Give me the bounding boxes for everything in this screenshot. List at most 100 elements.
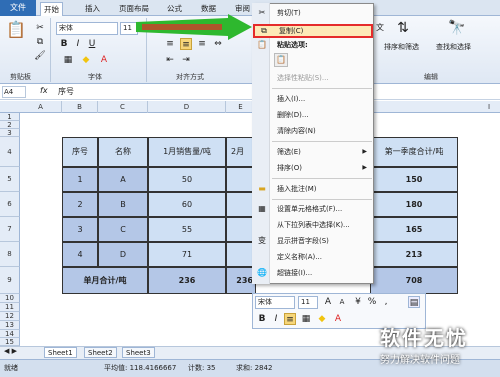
table-cell[interactable]: 165 (370, 217, 458, 242)
menu-item-cut[interactable]: ✂ 剪切(T) (253, 7, 373, 19)
indent-increase-icon[interactable]: ⇥ (180, 54, 192, 66)
bold-icon[interactable]: B (256, 313, 268, 325)
table-header-cell[interactable]: 1月销售量/吨 (148, 137, 226, 167)
find-icon[interactable]: 🔭 (448, 21, 466, 40)
table-header-cell[interactable]: 序号 (62, 137, 98, 167)
table-total-label[interactable]: 单月合计/吨 (62, 267, 148, 294)
tab-insert[interactable]: 插入 (82, 2, 103, 16)
currency-icon[interactable]: ¥ (352, 296, 364, 308)
table-cell[interactable]: A (98, 167, 148, 192)
menu-item-paste-special[interactable]: 选择性粘贴(S)... (253, 72, 373, 84)
table-cell[interactable]: 180 (370, 192, 458, 217)
table-cell[interactable]: 71 (148, 242, 226, 267)
row-header[interactable]: 15 (0, 338, 20, 346)
table-cell[interactable]: 150 (370, 167, 458, 192)
table-cell[interactable]: 4 (62, 242, 98, 267)
row-header[interactable]: 13 (0, 321, 20, 330)
row-header[interactable]: 10 (0, 294, 20, 303)
column-header[interactable]: I (478, 101, 500, 113)
menu-item-copy[interactable]: ⧉ 复制(C) (253, 24, 373, 38)
table-cell[interactable]: 50 (148, 167, 226, 192)
mini-font-select[interactable]: 宋体 (255, 296, 295, 309)
row-header[interactable]: 4 (0, 137, 20, 167)
table-cell[interactable]: 60 (148, 192, 226, 217)
sort-filter-button[interactable]: 排序和筛选 (384, 42, 419, 52)
sheet-tab[interactable]: Sheet3 (122, 347, 155, 358)
copy-ribbon-icon[interactable]: ⧉ (34, 36, 46, 48)
menu-item-delete[interactable]: 删除(D)... (253, 109, 373, 121)
menu-item-phonetic[interactable]: 变显示拼音字段(S) (253, 235, 373, 247)
row-header[interactable]: 14 (0, 330, 20, 338)
table-cell[interactable]: D (98, 242, 148, 267)
indent-decrease-icon[interactable]: ⇤ (164, 54, 176, 66)
column-header[interactable]: A (20, 101, 62, 113)
table-cell[interactable]: 1 (62, 167, 98, 192)
table-cell[interactable]: 3 (62, 217, 98, 242)
format-painter-icon[interactable]: 🖌 (34, 50, 46, 62)
table-cell[interactable]: B (98, 192, 148, 217)
column-header[interactable]: B (62, 101, 98, 113)
align-center-icon[interactable]: ≡ (284, 313, 296, 325)
menu-item-sort[interactable]: 排序(O) ▶ (253, 162, 373, 174)
comma-icon[interactable]: , (380, 296, 392, 308)
table-cell[interactable]: 55 (148, 217, 226, 242)
column-header[interactable]: C (98, 101, 148, 113)
paste-icon[interactable]: 📋 (6, 22, 26, 44)
row-header[interactable]: 12 (0, 312, 20, 321)
menu-item-format-cells[interactable]: ▦ 设置单元格格式(F)... (253, 203, 373, 215)
group-separator (50, 18, 51, 82)
sort-filter-icon[interactable]: ⇅ (394, 21, 412, 40)
menu-item-define-name[interactable]: 定义名称(A)... (253, 251, 373, 263)
percent-icon[interactable]: % (366, 296, 378, 308)
row-header[interactable]: 6 (0, 192, 20, 217)
table-cell[interactable]: 213 (370, 242, 458, 267)
shrink-font-icon[interactable]: A (336, 296, 348, 308)
table-header-cell[interactable]: 名称 (98, 137, 148, 167)
menu-item-clear[interactable]: 清除内容(N) (253, 125, 373, 137)
fill-color-icon[interactable]: ◆ (316, 313, 328, 325)
column-header[interactable]: D (148, 101, 226, 113)
table-cell[interactable]: C (98, 217, 148, 242)
menu-item-insert-comment[interactable]: ▬ 插入批注(M) (253, 183, 373, 195)
tab-home[interactable]: 开始 (40, 2, 63, 17)
border-icon[interactable]: ▦ (62, 54, 74, 66)
paste-option-icon[interactable]: 📋 (274, 53, 288, 67)
font-color-icon[interactable]: A (98, 54, 110, 66)
fill-color-icon[interactable]: ◆ (80, 54, 92, 66)
table-header-cell[interactable]: 第一季度合计/吨 (370, 137, 458, 167)
underline-icon[interactable]: U (86, 38, 98, 50)
format-painter-icon[interactable]: ▤ (408, 296, 420, 308)
name-box[interactable]: A4 (2, 86, 26, 98)
menu-item-hyperlink[interactable]: 🌐 超链接(I)... (253, 267, 373, 279)
font-name-select[interactable]: 宋体 (56, 22, 118, 35)
mini-size-select[interactable]: 11 (298, 296, 318, 309)
italic-icon[interactable]: I (72, 38, 84, 50)
row-header[interactable]: 3 (0, 129, 20, 137)
row-header[interactable]: 7 (0, 217, 20, 242)
tab-file[interactable]: 文件 (0, 0, 36, 16)
table-cell[interactable]: 2 (62, 192, 98, 217)
italic-icon[interactable]: I (270, 313, 282, 325)
formula-input[interactable]: 序号 (58, 86, 74, 97)
row-header[interactable]: 8 (0, 242, 20, 267)
menu-item-pick-list[interactable]: 从下拉列表中选择(K)... (253, 219, 373, 231)
row-header[interactable]: 2 (0, 121, 20, 129)
sheet-tab[interactable]: Sheet1 (44, 347, 77, 358)
row-header[interactable]: 9 (0, 267, 20, 294)
sheet-tab[interactable]: Sheet2 (84, 347, 117, 358)
cut-ribbon-icon[interactable]: ✂ (34, 22, 46, 34)
sheet-nav-icon[interactable]: ◀ ▶ (4, 347, 17, 355)
table-total-cell[interactable]: 236 (148, 267, 226, 294)
menu-item-filter[interactable]: 筛选(E) ▶ (253, 146, 373, 158)
font-color-icon[interactable]: A (332, 313, 344, 325)
row-header[interactable]: 5 (0, 167, 20, 192)
border-icon[interactable]: ▦ (300, 313, 312, 325)
row-header[interactable]: 1 (0, 113, 20, 121)
fx-icon[interactable]: fx (40, 86, 48, 95)
row-header[interactable]: 11 (0, 303, 20, 312)
menu-item-insert[interactable]: 插入(I)... (253, 93, 373, 105)
table-total-cell[interactable]: 708 (370, 267, 458, 294)
bold-icon[interactable]: B (58, 38, 70, 50)
find-select-button[interactable]: 查找和选择 (436, 42, 471, 52)
grow-font-icon[interactable]: A (322, 296, 334, 308)
